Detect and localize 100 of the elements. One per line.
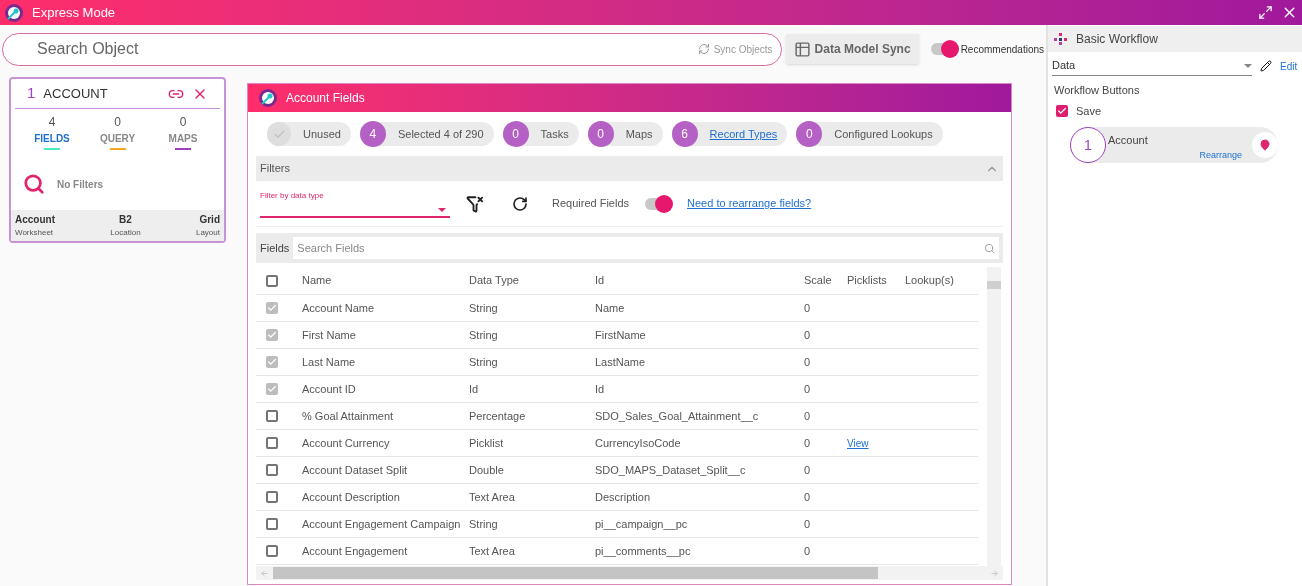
table-row[interactable]: Last Name String LastName 0	[256, 349, 978, 376]
search-icon	[23, 173, 45, 195]
clear-filter-icon[interactable]	[466, 194, 484, 213]
edit-link[interactable]: Edit	[1280, 58, 1298, 74]
table-row[interactable]: Account Dataset Split Double SDO_MAPS_Dataset_Split__c 0	[256, 457, 978, 484]
view-link[interactable]: View	[847, 435, 869, 451]
table-cell-text: Id	[595, 381, 606, 397]
table-cell-text: 0	[804, 462, 812, 478]
table-cell-text: SDO_Sales_Goal_Attainment__c	[595, 408, 760, 424]
column-header[interactable]: Id	[595, 272, 804, 289]
table-row[interactable]: Account ID Id Id 0	[256, 376, 978, 403]
workflow-select[interactable]: Data	[1052, 56, 1252, 76]
table-cell-text: Account Dataset Split	[302, 462, 409, 478]
table-row[interactable]: Account Engagement Campaign String pi__campaign__pc 0	[256, 511, 978, 538]
pin-icon[interactable]	[1252, 132, 1278, 158]
table-cell-text: Account Engagement	[302, 543, 409, 559]
checkbox[interactable]	[266, 518, 278, 530]
checkbox[interactable]	[266, 545, 278, 557]
workflow-header: Basic Workflow	[1048, 26, 1302, 52]
rearrange-link[interactable]: Rearrange	[1199, 148, 1242, 162]
column-header[interactable]: Picklists	[847, 272, 905, 289]
stat-tab[interactable]: 0 MAPS	[158, 113, 208, 150]
footer-value: Grid	[199, 213, 220, 227]
workflow-buttons-title: Workflow Buttons	[1053, 83, 1141, 98]
checkbox[interactable]	[266, 437, 278, 449]
column-header[interactable]: Lookup(s)	[905, 272, 975, 289]
column-header[interactable]: Name	[302, 272, 469, 289]
filter-chip[interactable]: 0 Tasks	[502, 122, 579, 146]
toggle-switch[interactable]	[930, 43, 957, 55]
refresh-icon[interactable]	[512, 195, 528, 212]
table-cell-text: Percentage	[469, 408, 527, 424]
chip-count: 0	[796, 121, 823, 147]
table-cell-text: 0	[804, 354, 812, 370]
filters-status: No Filters	[57, 177, 104, 192]
table-cell-text: String	[469, 300, 499, 316]
filters-header[interactable]: Filters	[256, 156, 1003, 181]
table-cell-text: Account Description	[302, 489, 401, 505]
save-label: Save	[1076, 103, 1102, 119]
stat-tab[interactable]: 4 FIELDS	[27, 113, 77, 150]
checkbox[interactable]	[266, 491, 278, 503]
maximize-icon[interactable]	[1258, 5, 1273, 20]
table-cell-text: Double	[469, 462, 505, 478]
table-cell-text: pi__campaign__pc	[595, 516, 689, 532]
vertical-scrollbar[interactable]	[987, 267, 1001, 566]
chip-count: 4	[359, 121, 386, 147]
chip-label: Selected 4 of 290	[397, 126, 484, 142]
checkbox[interactable]	[266, 274, 278, 287]
checkbox[interactable]	[266, 302, 278, 314]
pencil-icon[interactable]	[1260, 60, 1272, 72]
checkbox[interactable]	[1056, 104, 1068, 117]
table-cell-text: Account Name	[302, 300, 376, 316]
required-fields-label: Required Fields	[552, 196, 630, 212]
checkbox[interactable]	[266, 410, 278, 422]
chip-count: 0	[502, 121, 529, 147]
column-header[interactable]: Scale	[804, 272, 847, 289]
toggle-switch[interactable]	[645, 197, 672, 210]
checkbox[interactable]	[266, 329, 278, 341]
checkbox[interactable]	[266, 356, 278, 368]
stat-tab[interactable]: 0 QUERY	[92, 113, 143, 150]
table-cell-text: SDO_MAPS_Dataset_Split__c	[595, 462, 747, 478]
table-cell-text: 0	[804, 489, 812, 505]
filter-chip[interactable]: 6 Record Types	[671, 122, 788, 146]
chip-link[interactable]: Record Types	[709, 125, 778, 143]
filter-chip[interactable]: Unused	[267, 122, 351, 146]
table-cell-text: 0	[804, 408, 812, 424]
table-cell-text: 0	[804, 327, 812, 343]
workflow-step[interactable]: 1 Account Rearrange	[1070, 127, 1278, 163]
workflow-icon	[1054, 33, 1068, 45]
table-cell-text: Last Name	[302, 354, 357, 370]
chip-label: Maps	[625, 126, 653, 142]
footer-label: Location	[110, 227, 141, 239]
column-header[interactable]: Data Type	[469, 272, 595, 289]
table-row[interactable]: First Name String FirstName 0	[256, 322, 978, 349]
table-row[interactable]: Account Description Text Area Description 0	[256, 484, 978, 511]
table-row[interactable]: Account Currency Picklist CurrencyIsoCode 0 View	[256, 430, 978, 457]
table-cell-text: String	[469, 327, 499, 343]
filter-chip[interactable]: 4 Selected 4 of 290	[359, 122, 494, 146]
checkbox[interactable]	[266, 464, 278, 476]
data-model-sync-button[interactable]: Data Model Sync	[785, 34, 919, 64]
table-row[interactable]: Account Engagement Text Area pi__comments__pc 0	[256, 538, 978, 565]
footer-value: Account	[15, 213, 55, 227]
object-index: 1	[27, 83, 36, 104]
table-cell-text: Account Currency	[302, 435, 391, 451]
chip-count: 0	[587, 121, 614, 147]
table-cell-text: Description	[595, 489, 652, 505]
rearrange-fields-link[interactable]: Need to rearrange fields?	[687, 195, 812, 212]
table-cell-text: Picklist	[469, 435, 505, 451]
checkbox[interactable]	[266, 383, 278, 395]
table-cell-text: CurrencyIsoCode	[595, 435, 682, 451]
filter-chip[interactable]: 0 Configured Lookups	[796, 122, 943, 146]
data-type-select[interactable]: Filter by data type	[260, 189, 450, 218]
table-row[interactable]: % Goal Attainment Percentage SDO_Sales_Goal_Attainment__c 0	[256, 403, 978, 430]
window-title: Express Mode	[32, 3, 116, 22]
chip-label: Tasks	[540, 126, 569, 142]
panel-title: Account Fields	[286, 90, 365, 107]
filter-chip[interactable]: 0 Maps	[587, 122, 663, 146]
table-cell-text: Account ID	[302, 381, 357, 397]
table-row[interactable]: Account Name String Name 0	[256, 295, 978, 322]
table-cell-text: LastName	[595, 354, 647, 370]
table-cell-text: Name	[595, 300, 626, 316]
